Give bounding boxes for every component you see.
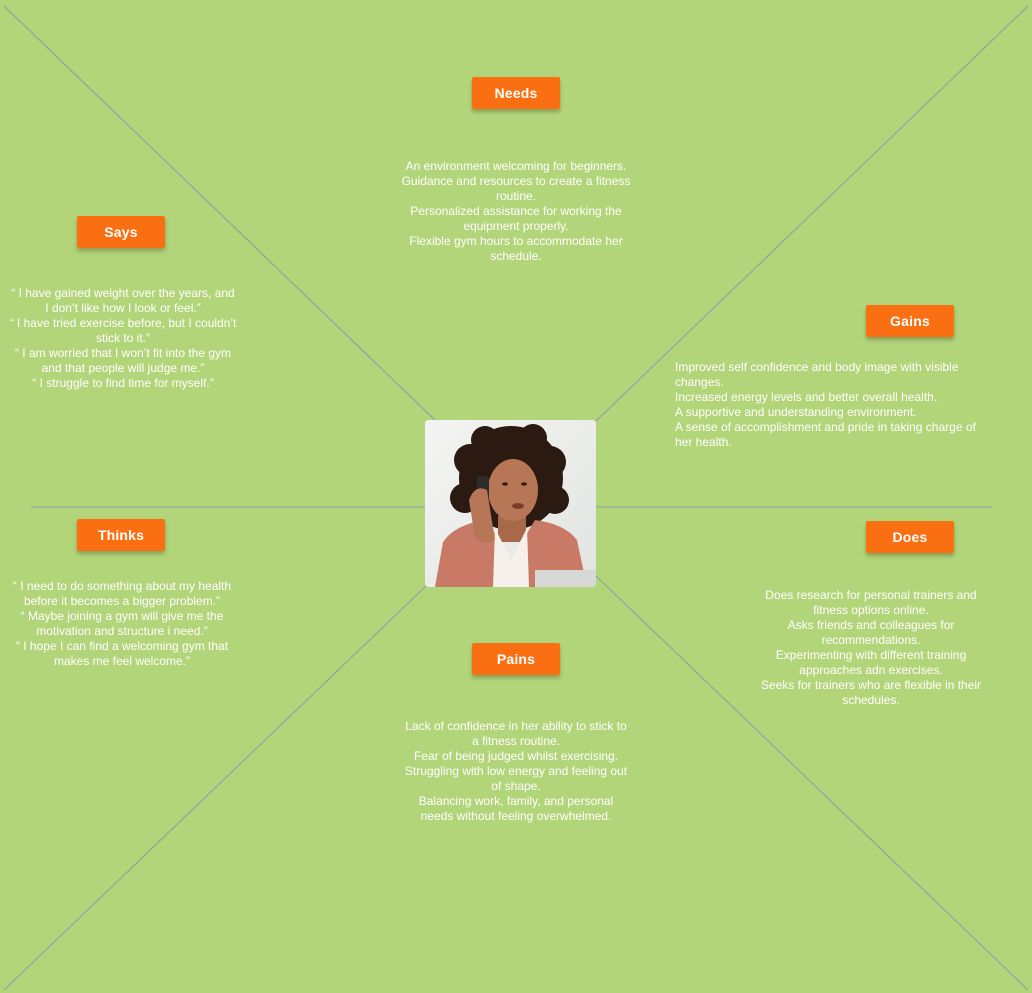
note-line: her health. <box>675 435 732 449</box>
note-line: Personalized assistance for working the <box>410 204 622 218</box>
note-line: Balancing work, family, and personal <box>418 794 614 808</box>
empathy-map-board: Needs Says Gains Thinks Does Pains An en… <box>0 0 1032 993</box>
note-line: motivation and structure i need.” <box>36 624 208 638</box>
note-line: a fitness routine. <box>471 734 561 748</box>
thinks-note: “ I need to do something about my health… <box>0 579 244 669</box>
thinks-tag[interactable]: Thinks <box>77 519 165 551</box>
note-line: “ I hope I can find a welcoming gym that <box>15 639 229 653</box>
persona-photo <box>425 420 596 587</box>
note-line: “ I have tried exercise before, but I co… <box>9 316 237 330</box>
note-line: Increased energy levels and better overa… <box>675 390 938 404</box>
note-line: Does research for personal trainers and <box>765 588 977 602</box>
note-line: fitness options online. <box>813 603 929 617</box>
note-line: Fear of being judged whilst exercising. <box>413 749 619 763</box>
note-line: A supportive and understanding environme… <box>675 405 917 419</box>
note-line: equipment properly. <box>463 219 569 233</box>
note-line: routine. <box>495 189 537 203</box>
says-tag[interactable]: Says <box>77 216 165 248</box>
needs-tag[interactable]: Needs <box>472 77 560 109</box>
note-line: Seeks for trainers who are flexible in t… <box>760 678 982 692</box>
note-line: approaches adn exercises. <box>799 663 943 677</box>
note-line: An environment welcoming for beginners. <box>405 159 627 173</box>
says-note: “ I have gained weight over the years, a… <box>0 286 246 391</box>
gains-note: Improved self confidence and body image … <box>675 360 1025 450</box>
note-line: “ I struggle to find time for myself.” <box>32 376 214 390</box>
does-tag[interactable]: Does <box>866 521 954 553</box>
persona-avatar <box>425 420 596 587</box>
note-line: “ I need to do something about my health <box>12 579 232 593</box>
note-line: Improved self confidence and body image … <box>675 360 959 374</box>
note-line: schedule. <box>490 249 542 263</box>
note-line: changes. <box>675 375 724 389</box>
note-line: and that people will judge me.” <box>41 361 205 375</box>
note-line: A sense of accomplishment and pride in t… <box>675 420 976 434</box>
note-line: before it becomes a bigger problem.” <box>23 594 221 608</box>
note-line: makes me feel welcome.” <box>53 654 191 668</box>
does-note: Does research for personal trainers and … <box>740 588 1002 708</box>
needs-note: An environment welcoming for beginners. … <box>386 159 646 264</box>
note-line: “ Maybe joining a gym will give me the <box>20 609 224 623</box>
note-line: Experimenting with different training <box>775 648 967 662</box>
note-line: of shape. <box>491 779 541 793</box>
gains-tag[interactable]: Gains <box>866 305 954 337</box>
note-line: stick to it.” <box>95 331 150 345</box>
note-line: Struggling with low energy and feeling o… <box>404 764 628 778</box>
note-line: Lack of confidence in her ability to sti… <box>405 719 627 733</box>
note-line: “ I have gained weight over the years, a… <box>11 286 235 300</box>
note-line: Flexible gym hours to accommodate her <box>409 234 623 248</box>
note-line: recommendations. <box>821 633 921 647</box>
note-line: “ I am worried that I won’t fit into the… <box>14 346 232 360</box>
pains-tag[interactable]: Pains <box>472 643 560 675</box>
note-line: Guidance and resources to create a fitne… <box>401 174 631 188</box>
note-line: Asks friends and colleagues for <box>787 618 955 632</box>
divider-top-right <box>595 5 1029 422</box>
pains-note: Lack of confidence in her ability to sti… <box>386 719 646 824</box>
note-line: schedules. <box>842 693 900 707</box>
note-line: I don’t like how I look or feel.” <box>45 301 201 315</box>
note-line: needs without feeling overwhelmed. <box>420 809 612 823</box>
